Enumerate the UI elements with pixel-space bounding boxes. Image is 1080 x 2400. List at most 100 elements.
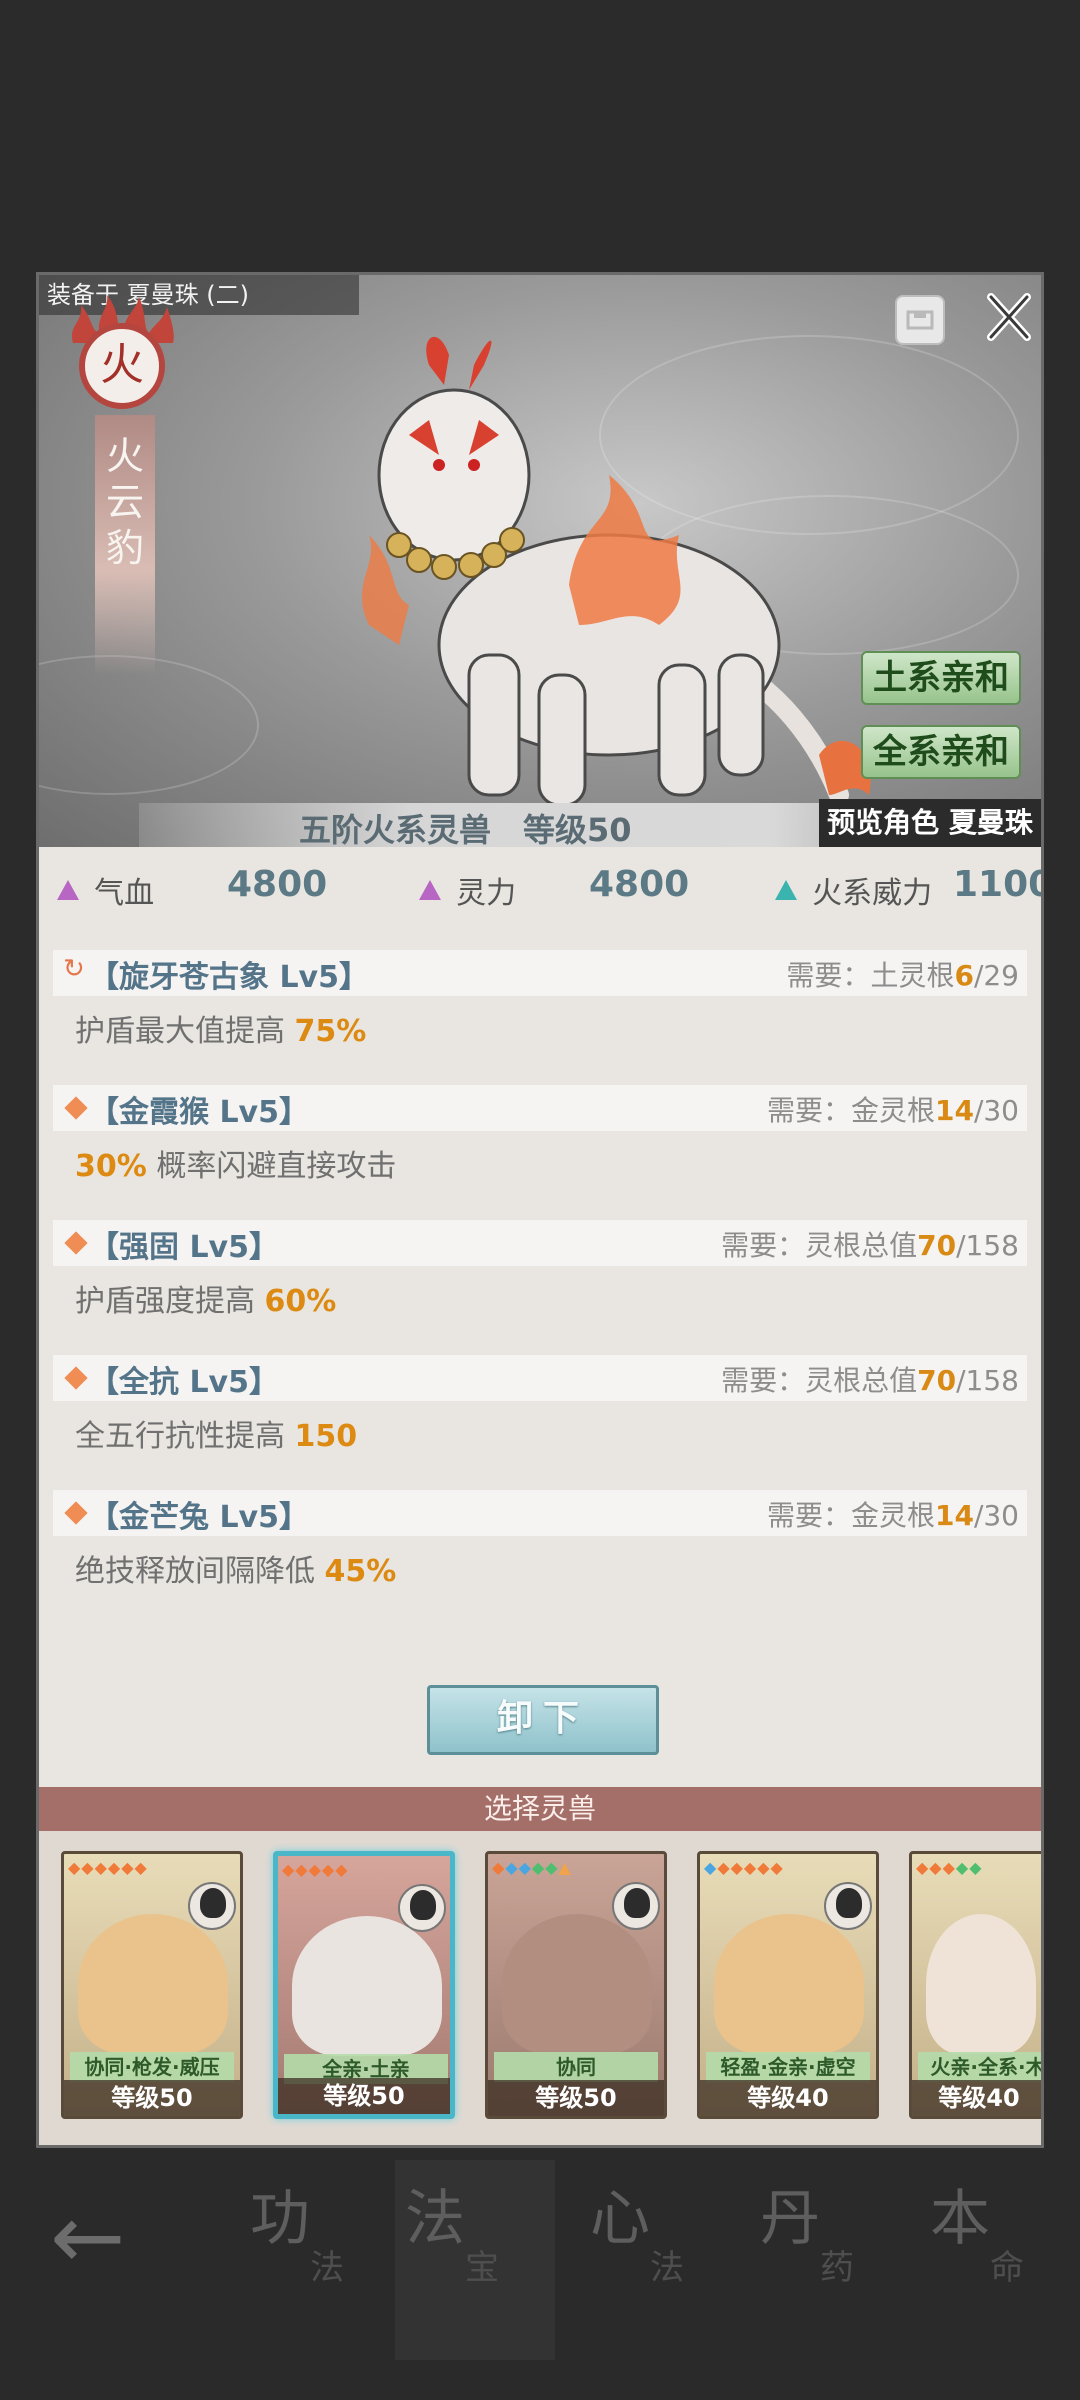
skill-name: 【全抗 Lv5】 — [89, 1365, 279, 1400]
skill-item: 【强固 Lv5】 需要：灵根总值70/158 护盾强度提高 60% — [53, 1220, 1027, 1350]
skill-requirement: 需要：灵根总值70/158 — [721, 1224, 1019, 1264]
nav-tab-small-char: 宝 — [465, 2248, 499, 2288]
req-current: 70 — [917, 1229, 957, 1262]
earth-affinity-button[interactable]: 土系亲和 — [861, 651, 1021, 705]
star-row-icon: ◆◆◆◆◆◆ — [68, 1858, 148, 1877]
stat-fire-power: 火系威力 1100 — [775, 864, 1041, 912]
desc-text: 绝技释放间隔降低 — [75, 1554, 325, 1589]
stat-label: 火系威力 — [812, 876, 933, 911]
stat-value: 4800 — [589, 864, 690, 905]
all-affinity-button[interactable]: 全系亲和 — [861, 725, 1021, 779]
beast-card[interactable]: ◆◆◆◆◆▲ 协同 等级50 — [485, 1851, 667, 2119]
beast-traits: 火亲·全系·木 — [918, 2052, 1041, 2082]
beast-card-selected[interactable]: ◆◆◆◆◆ 全亲·土亲 等级50 — [273, 1851, 455, 2119]
nav-tab-benming[interactable]: 本 命 — [920, 2160, 1080, 2360]
skill-name: 【旋牙苍古象 Lv5】 — [89, 960, 369, 995]
skill-item: 【全抗 Lv5】 需要：灵根总值70/158 全五行抗性提高 150 — [53, 1355, 1027, 1485]
skill-item: 【金霞猴 Lv5】 需要：金灵根14/30 30% 概率闪避直接攻击 — [53, 1085, 1027, 1215]
skill-header: 【强固 Lv5】 需要：灵根总值70/158 — [53, 1220, 1027, 1266]
req-attribute: 金灵根 — [850, 1499, 935, 1532]
req-attribute: 灵根总值 — [805, 1364, 918, 1397]
req-label: 需要： — [721, 1229, 806, 1262]
skill-description: 护盾最大值提高 75% — [75, 1006, 366, 1050]
star-row-icon: ◆◆◆◆◆◆ — [704, 1858, 784, 1877]
skill-name: 【金霞猴 Lv5】 — [89, 1095, 309, 1130]
beast-level: 等级40 — [700, 2080, 876, 2116]
stat-label: 灵力 — [456, 876, 517, 911]
fire-leopard-illustration — [361, 336, 871, 807]
stat-hp: 气血 4800 — [57, 864, 327, 912]
skill-description: 护盾强度提高 60% — [75, 1276, 336, 1320]
skill-name: 【金芒兔 Lv5】 — [89, 1500, 309, 1535]
rabbit-beast-art — [714, 1914, 864, 2054]
skill-item: 【金芒兔 Lv5】 需要：金灵根14/30 绝技释放间隔降低 45% — [53, 1490, 1027, 1620]
nav-tab-small-char: 法 — [310, 2248, 344, 2288]
star-row-icon: ◆◆◆◆◆ — [282, 1860, 349, 1879]
diamond-icon — [64, 1501, 88, 1525]
nav-tab-big-char: 心 — [590, 2184, 650, 2254]
nav-tab-fabao[interactable]: 法 宝 — [395, 2160, 555, 2360]
desc-highlight: 45% — [324, 1554, 397, 1589]
stat-label: 气血 — [94, 876, 155, 911]
beast-level: 等级50 — [278, 2078, 450, 2114]
back-arrow-icon[interactable]: ← — [50, 2185, 125, 2290]
beast-rank-level: 五阶火系灵兽 等级50 — [299, 811, 632, 847]
beast-card[interactable]: ◆◆◆◆◆◆ 协同·枪发·威压 等级50 — [61, 1851, 243, 2119]
beast-traits: 协同·枪发·威压 — [70, 2052, 234, 2082]
nav-tab-big-char: 丹 — [760, 2184, 820, 2254]
nav-tab-gongfa[interactable]: 功 法 — [240, 2160, 400, 2360]
req-label: 需要： — [766, 1094, 851, 1127]
nav-tab-big-char: 功 — [250, 2184, 310, 2254]
refresh-icon: ↻ — [63, 954, 85, 984]
nav-tab-big-char: 法 — [405, 2184, 465, 2254]
req-label: 需要： — [766, 1499, 851, 1532]
beast-level: 等级50 — [64, 2080, 240, 2116]
desc-highlight: 60% — [264, 1284, 337, 1319]
skill-description: 全五行抗性提高 150 — [75, 1411, 357, 1455]
star-row-icon: ◆◆◆◆◆▲ — [492, 1858, 572, 1877]
stat-spirit: 灵力 4800 — [419, 864, 689, 912]
skill-requirement: 需要：金灵根14/30 — [767, 1494, 1019, 1534]
beast-card[interactable]: ◆◆◆◆◆ 火亲·全系·木 等级40 — [909, 1851, 1041, 2119]
skill-requirement: 需要：金灵根14/30 — [767, 1089, 1019, 1129]
beast-name: 火云豹 — [105, 434, 144, 570]
character-avatar — [824, 1882, 872, 1930]
skill-header: ↻ 【旋牙苍古象 Lv5】 需要：土灵根6/29 — [53, 950, 1027, 996]
lion-beast-art — [926, 1914, 1036, 2054]
beast-roster: ◆◆◆◆◆◆ 协同·枪发·威压 等级50 ◆◆◆◆◆ 全亲·土亲 等级50 ◆◆… — [39, 1831, 1041, 2145]
req-current: 70 — [917, 1364, 957, 1397]
character-avatar — [612, 1882, 660, 1930]
req-attribute: 金灵根 — [850, 1094, 935, 1127]
unequip-button[interactable]: 卸下 — [427, 1685, 659, 1755]
beast-level: 等级40 — [912, 2080, 1041, 2116]
save-icon[interactable] — [895, 295, 945, 345]
req-total: /30 — [973, 1094, 1019, 1127]
desc-text: 全五行抗性提高 — [75, 1419, 295, 1454]
req-total: /30 — [973, 1499, 1019, 1532]
beast-traits: 协同 — [494, 2052, 658, 2082]
stat-up-triangle-icon — [57, 880, 79, 900]
desc-text: 护盾最大值提高 — [75, 1014, 295, 1049]
elephant-beast-art — [502, 1914, 652, 2054]
beast-level: 等级50 — [488, 2080, 664, 2116]
nav-tab-small-char: 药 — [820, 2248, 854, 2288]
beast-card[interactable]: ◆◆◆◆◆◆ 轻盈·金亲·虚空 等级40 — [697, 1851, 879, 2119]
nav-tab-big-char: 本 — [930, 2184, 990, 2254]
rabbit-beast-art — [78, 1914, 228, 2054]
nav-tab-xinfa[interactable]: 心 法 — [580, 2160, 740, 2360]
close-icon[interactable] — [979, 287, 1039, 347]
stat-value: 4800 — [227, 864, 328, 905]
select-beast-header: 选择灵兽 — [39, 1787, 1041, 1831]
nav-tab-small-char: 法 — [650, 2248, 684, 2288]
skill-description: 绝技释放间隔降低 45% — [75, 1546, 396, 1590]
diamond-icon — [64, 1231, 88, 1255]
skill-requirement: 需要：土灵根6/29 — [786, 954, 1019, 994]
req-label: 需要： — [721, 1364, 806, 1397]
desc-text: 护盾强度提高 — [75, 1284, 265, 1319]
beast-name-ribbon: 火云豹 — [95, 415, 155, 675]
cloud-swirl-decoration — [39, 655, 259, 795]
preview-character-button[interactable]: 预览角色 夏曼珠 — [819, 799, 1041, 847]
desc-highlight: 75% — [294, 1014, 367, 1049]
nav-tab-danyao[interactable]: 丹 药 — [750, 2160, 910, 2360]
stat-up-triangle-icon — [775, 880, 797, 900]
